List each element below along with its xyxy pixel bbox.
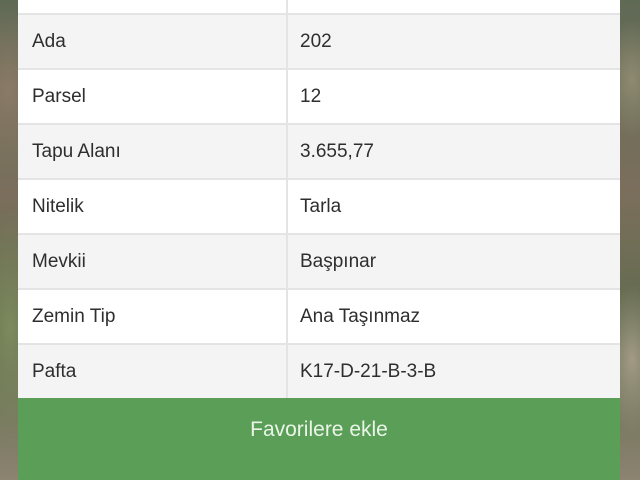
row-label: Ada (18, 15, 288, 68)
table-row-nitelik: Nitelik Tarla (18, 180, 620, 235)
row-value: K17-D-21-B-3-B (300, 360, 437, 382)
parcel-details-table: Ada 202 Parsel 12 Tapu Alanı 3.655,77 Ni… (18, 0, 620, 400)
row-value: Ana Taşınmaz (300, 305, 421, 327)
row-label: Nitelik (18, 180, 288, 233)
row-label: Zemin Tip (18, 290, 288, 343)
table-row-mevkii: Mevkii Başpınar (18, 235, 620, 290)
row-value: 202 (300, 30, 332, 52)
table-row-partial (18, 0, 620, 15)
add-to-favorites-label: Favorilere ekle (250, 418, 388, 441)
parcel-info-sheet: Ada 202 Parsel 12 Tapu Alanı 3.655,77 Ni… (18, 0, 620, 480)
table-value-cell (288, 0, 620, 13)
table-row-parsel: Parsel 12 (18, 70, 620, 125)
table-row-ada: Ada 202 (18, 15, 620, 70)
row-label: Tapu Alanı (18, 125, 288, 178)
table-row-zemin-tip: Zemin Tip Ana Taşınmaz (18, 290, 620, 345)
row-value: Tarla (300, 195, 342, 217)
row-label: Mevkii (18, 235, 288, 288)
row-label: Pafta (18, 345, 288, 398)
row-value: 12 (300, 85, 322, 107)
row-value: 3.655,77 (300, 140, 374, 162)
add-to-favorites-button[interactable]: Favorilere ekle (18, 398, 620, 480)
row-label: Parsel (18, 70, 288, 123)
row-value: Başpınar (300, 250, 377, 272)
table-row-pafta: Pafta K17-D-21-B-3-B (18, 345, 620, 400)
table-label-cell (18, 0, 288, 13)
table-row-tapu-alani: Tapu Alanı 3.655,77 (18, 125, 620, 180)
